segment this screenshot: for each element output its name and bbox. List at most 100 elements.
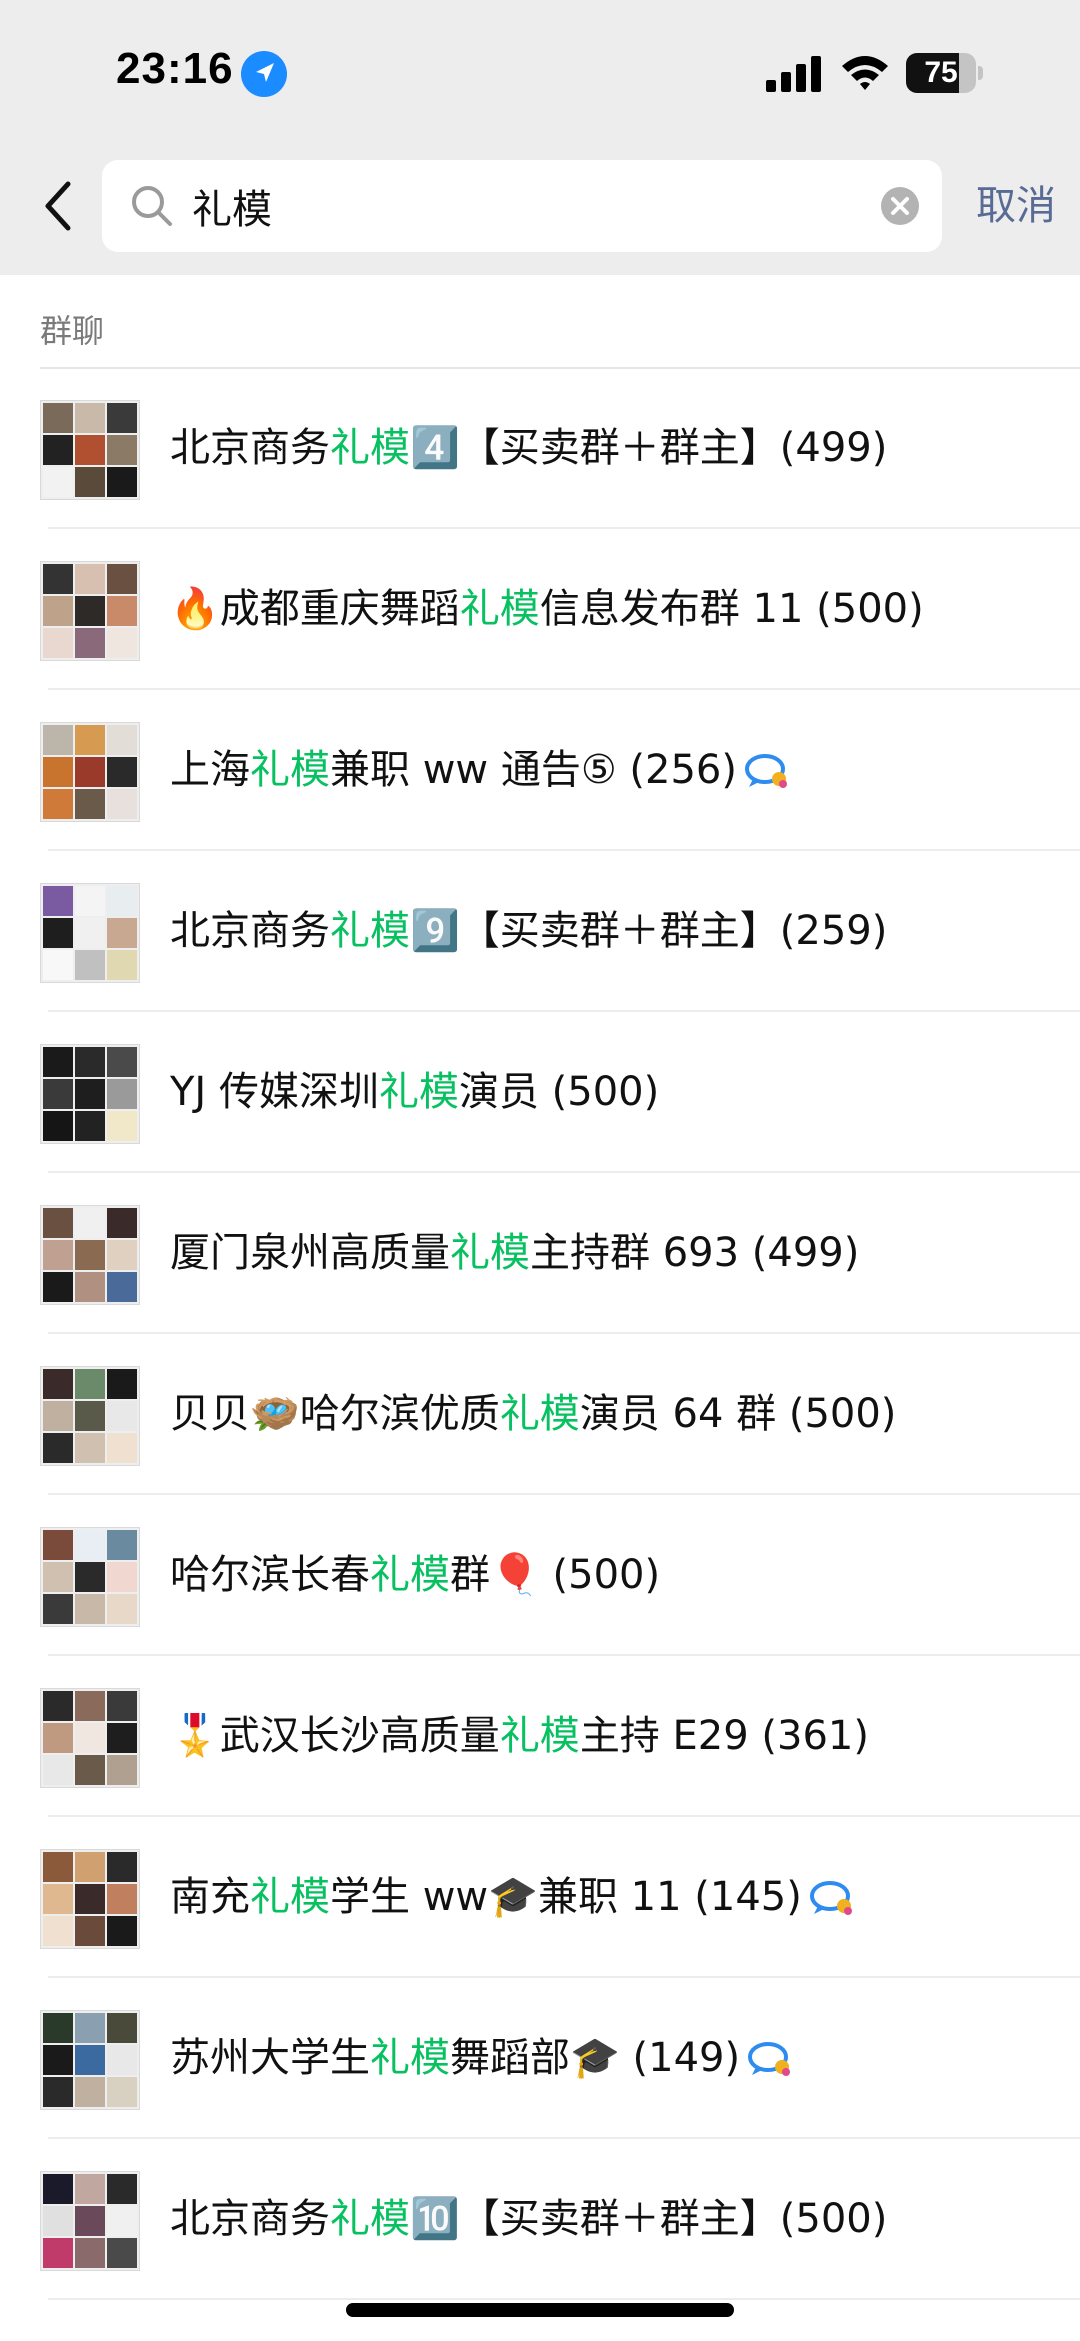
status-time: 23:16 bbox=[116, 44, 234, 93]
avatar-tile bbox=[75, 2013, 105, 2043]
avatar-tile bbox=[107, 1272, 137, 1302]
group-name-suffix: 学生 ww🎓兼职 11 (145) bbox=[330, 1874, 802, 1920]
avatar-tile bbox=[107, 757, 137, 787]
highlighted-keyword: 礼模 bbox=[499, 1391, 580, 1437]
search-box[interactable] bbox=[102, 160, 942, 252]
group-name-prefix: 北京商务 bbox=[170, 908, 330, 954]
avatar-tile bbox=[107, 2174, 137, 2204]
avatar-tile bbox=[43, 1240, 73, 1270]
group-avatar bbox=[40, 1205, 140, 1305]
avatar-tile bbox=[107, 918, 137, 948]
cancel-button[interactable]: 取消 bbox=[976, 180, 1056, 232]
clear-icon[interactable] bbox=[880, 186, 920, 226]
highlighted-keyword: 礼模 bbox=[250, 747, 330, 793]
group-name-suffix: 演员 64 群 (500) bbox=[579, 1391, 897, 1437]
search-input[interactable] bbox=[192, 160, 852, 252]
avatar-tile bbox=[107, 628, 137, 658]
divider bbox=[48, 2298, 1080, 2300]
avatar-tile bbox=[43, 2077, 73, 2107]
group-name-prefix: 🔥成都重庆舞蹈 bbox=[170, 586, 460, 632]
avatar-tile bbox=[107, 1240, 137, 1270]
group-avatar bbox=[40, 1044, 140, 1144]
group-chat-item[interactable]: 苏州大学生礼模舞蹈部🎓 (149) bbox=[0, 1978, 1080, 2139]
battery-icon: 75 bbox=[906, 53, 983, 93]
avatar-tile bbox=[75, 1111, 105, 1141]
avatar-tile bbox=[43, 1047, 73, 1077]
avatar-tile bbox=[75, 789, 105, 819]
group-avatar bbox=[40, 2010, 140, 2110]
chat-bubble-icon bbox=[809, 1881, 852, 1915]
group-name-prefix: 北京商务 bbox=[170, 425, 330, 471]
avatar-tile bbox=[107, 467, 137, 497]
group-avatar bbox=[40, 1849, 140, 1949]
avatar-tile bbox=[75, 2206, 105, 2236]
avatar-tile bbox=[43, 1884, 73, 1914]
avatar-tile bbox=[75, 1433, 105, 1463]
group-name: 厦门泉州高质量礼模主持群 693 (499) bbox=[170, 1223, 859, 1283]
avatar-tile bbox=[75, 1562, 105, 1592]
back-button[interactable] bbox=[38, 178, 78, 234]
group-chat-item[interactable]: 上海礼模兼职 ww 通告⑤ (256) bbox=[0, 690, 1080, 851]
avatar-tile bbox=[107, 2206, 137, 2236]
avatar-tile bbox=[75, 2077, 105, 2107]
group-chat-item[interactable]: 北京商务礼模🔟【买卖群＋群主】(500) bbox=[0, 2139, 1080, 2300]
group-name-suffix: 群🎈 (500) bbox=[450, 1552, 661, 1598]
avatar-tile bbox=[43, 467, 73, 497]
avatar-tile bbox=[43, 1530, 73, 1560]
group-chat-item[interactable]: 南充礼模学生 ww🎓兼职 11 (145) bbox=[0, 1817, 1080, 1978]
avatar-tile bbox=[75, 467, 105, 497]
avatar-tile bbox=[107, 2077, 137, 2107]
group-name: 上海礼模兼职 ww 通告⑤ (256) bbox=[170, 740, 791, 800]
group-avatar bbox=[40, 883, 140, 983]
group-chat-item[interactable]: 北京商务礼模9️⃣【买卖群＋群主】(259) bbox=[0, 851, 1080, 1012]
avatar-tile bbox=[75, 757, 105, 787]
avatar-tile bbox=[43, 2174, 73, 2204]
group-chat-item[interactable]: 北京商务礼模4️⃣【买卖群＋群主】(499) bbox=[0, 368, 1080, 529]
highlighted-keyword: 礼模 bbox=[499, 1713, 580, 1759]
avatar-tile bbox=[75, 1369, 105, 1399]
group-name-prefix: YJ 传媒深圳 bbox=[170, 1069, 379, 1115]
avatar-tile bbox=[43, 403, 73, 433]
section-header-groups: 群聊 bbox=[40, 312, 105, 350]
avatar-tile bbox=[43, 918, 73, 948]
group-chat-item[interactable]: 🎖️武汉长沙高质量礼模主持 E29 (361) bbox=[0, 1656, 1080, 1817]
avatar-tile bbox=[75, 886, 105, 916]
highlighted-keyword: 礼模 bbox=[459, 586, 540, 632]
avatar-tile bbox=[43, 757, 73, 787]
avatar-tile bbox=[75, 403, 105, 433]
home-indicator[interactable] bbox=[346, 2303, 734, 2317]
avatar-tile bbox=[43, 1594, 73, 1624]
group-name-suffix: 🔟【买卖群＋群主】(500) bbox=[410, 2196, 888, 2242]
battery-body: 75 bbox=[906, 53, 976, 93]
group-chat-item[interactable]: 贝贝🪺哈尔滨优质礼模演员 64 群 (500) bbox=[0, 1334, 1080, 1495]
group-name-prefix: 北京商务 bbox=[170, 2196, 330, 2242]
avatar-tile bbox=[107, 564, 137, 594]
highlighted-keyword: 礼模 bbox=[378, 1069, 459, 1115]
avatar-tile bbox=[43, 1111, 73, 1141]
avatar-tile bbox=[43, 2238, 73, 2268]
chat-bubble-icon bbox=[748, 2042, 791, 2076]
avatar-tile bbox=[75, 596, 105, 626]
avatar-tile bbox=[43, 1079, 73, 1109]
group-chat-item[interactable]: YJ 传媒深圳礼模演员 (500) bbox=[0, 1012, 1080, 1173]
group-name: 🔥成都重庆舞蹈礼模信息发布群 11 (500) bbox=[170, 579, 924, 639]
avatar-tile bbox=[75, 1594, 105, 1624]
avatar-tile bbox=[75, 1755, 105, 1785]
avatar-tile bbox=[107, 1755, 137, 1785]
group-avatar bbox=[40, 1527, 140, 1627]
cellular-signal-icon bbox=[766, 56, 821, 92]
group-name-suffix: 信息发布群 11 (500) bbox=[539, 586, 924, 632]
group-chat-item[interactable]: 🔥成都重庆舞蹈礼模信息发布群 11 (500) bbox=[0, 529, 1080, 690]
avatar-tile bbox=[107, 1884, 137, 1914]
group-name: 北京商务礼模4️⃣【买卖群＋群主】(499) bbox=[170, 418, 887, 478]
group-chat-item[interactable]: 哈尔滨长春礼模群🎈 (500) bbox=[0, 1495, 1080, 1656]
group-avatar bbox=[40, 1366, 140, 1466]
avatar-tile bbox=[107, 1562, 137, 1592]
avatar-tile bbox=[75, 1691, 105, 1721]
avatar-tile bbox=[43, 1916, 73, 1946]
group-chat-item[interactable]: 厦门泉州高质量礼模主持群 693 (499) bbox=[0, 1173, 1080, 1334]
avatar-tile bbox=[75, 2238, 105, 2268]
group-name-suffix: 舞蹈部🎓 (149) bbox=[450, 2035, 741, 2081]
avatar-tile bbox=[43, 725, 73, 755]
avatar-tile bbox=[75, 1401, 105, 1431]
